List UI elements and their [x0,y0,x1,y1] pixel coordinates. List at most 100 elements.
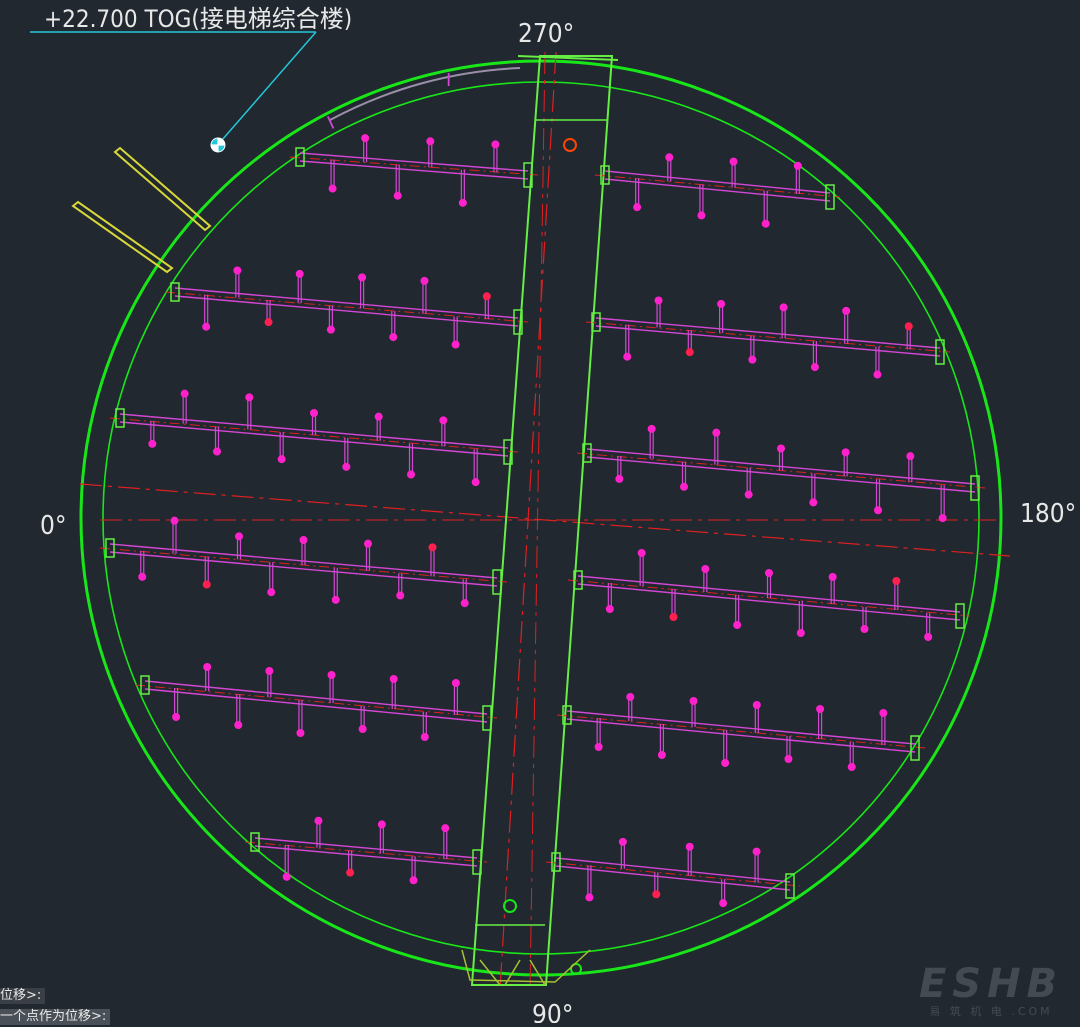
nozzle-tip-icon [299,536,308,544]
nozzle-tip-icon [904,322,913,331]
nozzle-tip-icon [689,697,698,705]
flange-inner [482,705,492,731]
pipe-row-1-right [594,153,841,228]
nozzle-tip-icon [396,591,405,600]
nozzle-tip-icon [420,276,429,285]
nozzle-tip-icon [810,363,819,372]
misc-members: II [71,70,451,274]
nozzle-tip-icon [729,157,738,166]
pipe-row-4-right [567,549,971,641]
nozzle-tip-icon [748,355,757,364]
nozzle-tip-icon [426,137,435,146]
nozzle-tip-icon [647,424,656,433]
nozzle-tip-icon [752,847,761,856]
elevation-label: +22.700 TOG(接电梯综合楼) [44,5,352,33]
nozzle-tip-icon [267,588,276,597]
nozzle-tip-icon [331,595,340,604]
nozzle-tip-icon [906,452,915,461]
nozzle-tip-icon [719,899,728,908]
header-pipe-top [577,575,961,613]
nozzle-tip-icon [765,569,773,577]
header-centerline [576,452,986,489]
flange-outer [140,675,150,695]
pipe-row-6-right [545,837,801,908]
nozzle-tip-icon [277,455,286,464]
strut-lower [71,200,174,274]
nozzle-tip-icon [842,306,851,315]
pipe-row-6-left [244,816,488,885]
nozzle-tip-icon [326,325,335,334]
drawing-canvas[interactable]: II +22.700 TOG(接电梯综合楼) 270° 0° 180° 90° [0,0,1080,1027]
header-pipe-top [595,317,941,349]
command-history-line: 位移>: [0,988,46,1004]
nozzle-tip-icon [389,675,398,683]
header-centerline [99,547,508,583]
beam-bottom-support [461,949,591,986]
flange-inner [955,603,965,629]
nozzle-tip-icon [138,572,147,581]
nozzle-tip-icon [310,409,318,417]
nozzle-tip-icon [451,340,460,349]
nozzle-tip-icon [264,318,273,327]
angle-label-left: 0° [40,511,67,541]
nozzle-tip-icon [809,498,818,507]
header-pipe-top [109,543,498,579]
nozzle-tip-icon [491,140,500,149]
cad-model-space[interactable]: II +22.700 TOG(接电梯综合楼) 270° 0° 180° 90° [0,0,1080,1027]
nozzle-tip-icon [637,549,646,557]
nozzle-tip-icon [420,733,429,741]
header-pipe-top [174,287,519,319]
nozzle-tip-icon [633,203,642,212]
nozzle-tip-icon [314,816,323,825]
nozzle-tip-icon [697,211,706,220]
nozzle-tip-icon [752,701,761,709]
nozzle-tip-icon [712,428,721,437]
nozzle-tip-icon [374,412,383,421]
beam-top-bolt-icon [563,138,577,152]
pipe-row-4-left [99,516,508,608]
nozzle-tip-icon [623,352,632,361]
nozzle-tip-icon [654,296,663,305]
nozzle-tip-icon [860,625,869,633]
pipe-row-5-left [134,663,498,741]
nozzle-tip-icon [892,577,901,585]
nozzle-tip-icon [233,266,242,275]
header-centerline [109,417,519,453]
angle-label-right: 180° [1020,499,1076,529]
pipe-row-2-left [164,266,529,349]
nozzle-tip-icon [327,671,336,679]
nozzle-tip-icon [460,599,469,608]
angle-label-bottom: 90° [532,1000,573,1023]
nozzle-tip-icon [585,893,594,902]
flange-outer [105,538,115,558]
flange-outer [295,147,305,167]
nozzle-tip-icon [777,444,785,453]
header-pipe-bottom [174,295,519,327]
nozzle-tip-icon [685,842,694,851]
nozzle-tip-icon [938,514,947,523]
nozzle-tip-icon [615,474,624,483]
nozzle-tip-icon [796,629,805,637]
nozzle-tip-icon [924,633,933,641]
nozzle-tip-icon [451,679,460,687]
header-centerline [289,156,539,176]
nozzle-tip-icon [828,573,837,581]
header-pipe-bottom [595,325,941,357]
flange-inner [492,569,502,595]
nozzle-tip-icon [148,439,157,448]
beam-bottom-bolt-icon [503,899,517,913]
nozzle-tip-icon [841,448,850,457]
nozzle-tip-icon [626,693,635,701]
header-centerline [134,684,498,719]
nozzle-tip-icon [873,370,882,379]
nozzle-tip-icon [245,393,254,402]
header-centerline [545,861,801,887]
nozzle-tip-icon [874,506,882,515]
nozzle-tip-icon [665,153,674,162]
vessel-shell [79,59,1003,977]
header-pipe-bottom [566,718,916,753]
nozzle-tip-icon [172,713,181,721]
nozzle-tip-icon [409,876,418,885]
pipe-row-5-right [556,693,926,771]
pipe-row-3-left [109,389,519,487]
